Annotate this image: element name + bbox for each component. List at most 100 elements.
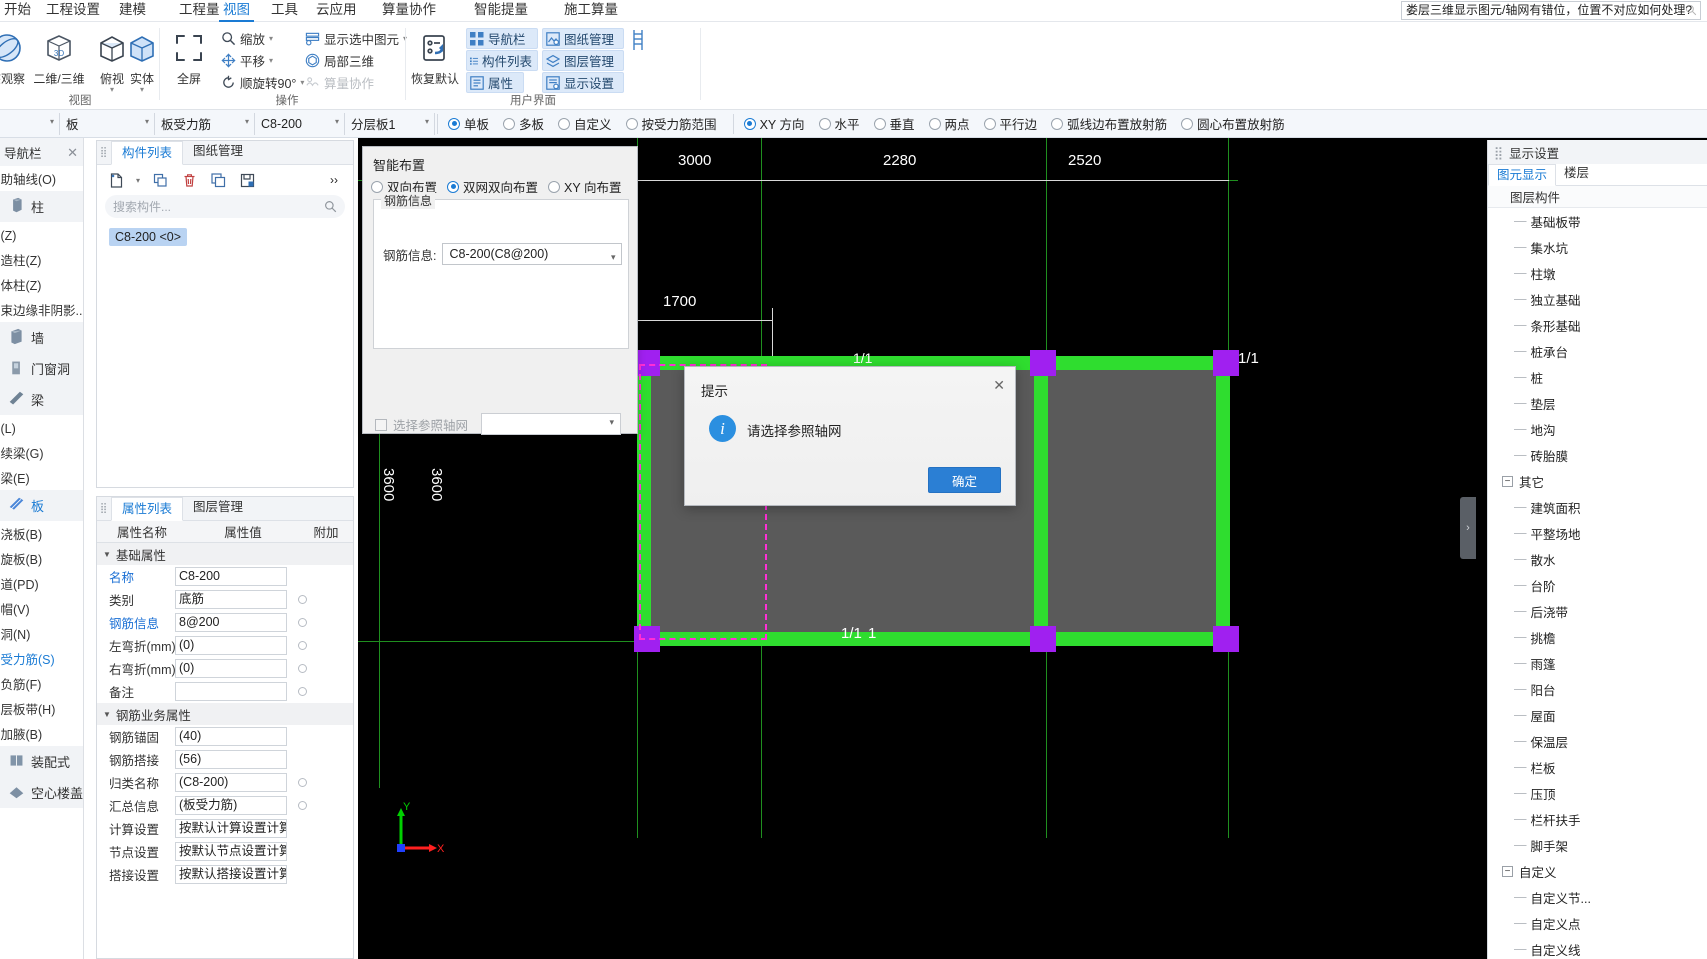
attach-radio-icon[interactable] [298,687,307,696]
layer-group-25[interactable]: − 自定义 [1488,858,1707,884]
layer-row-12[interactable]: — 平整场地 [1488,520,1707,546]
drawing-manage-toggle[interactable]: 图纸管理 [542,28,624,49]
layer-row-11[interactable]: — 建筑面积 [1488,494,1707,520]
pan-button[interactable]: 平移 ▾ [218,50,276,71]
property-value-input[interactable]: 按默认搭接设置计算 [175,865,287,884]
layer-row-14[interactable]: — 台阶 [1488,572,1707,598]
layer-manage-toggle[interactable]: 图层管理 [542,50,624,71]
layer-row-16[interactable]: — 挑檐 [1488,624,1707,650]
duplicate-icon[interactable] [205,168,231,192]
radio-xy-layout[interactable]: XY 向布置 [548,177,621,196]
nav-item-20[interactable]: 楼层板带(H) [0,696,83,721]
layer-row-20[interactable]: — 保温层 [1488,728,1707,754]
display-settings-toggle[interactable]: 显示设置 [542,72,624,93]
property-group-header-1[interactable]: ▼ 钢筋业务属性 [97,703,353,725]
layer-row-4[interactable]: — 条形基础 [1488,312,1707,338]
chevron-down-icon[interactable]: ▼ [103,710,111,719]
property-toggle[interactable]: 属性 [466,72,524,93]
tab-property-list[interactable]: 属性列表 [111,497,183,521]
layer-row-8[interactable]: — 地沟 [1488,416,1707,442]
layer-row-13[interactable]: — 散水 [1488,546,1707,572]
nav-item-17[interactable]: 板洞(N) [0,621,83,646]
property-value-input[interactable]: (56) [175,750,287,769]
grip-icon[interactable]: ⣿ [1494,145,1503,160]
nav-item-13[interactable]: 现浇板(B) [0,521,83,546]
ribbon-tab-smart-quantity[interactable]: 智能提量 [470,0,532,22]
layer-row-24[interactable]: — 脚手架 [1488,832,1707,858]
ribbon-tab-project-settings[interactable]: 工程设置 [42,0,104,22]
zoom-button[interactable]: 缩放 ▾ [218,28,276,49]
component-list-toggle[interactable]: 构件列表 [466,50,538,71]
layer-group-10[interactable]: − 其它 [1488,468,1707,494]
component-list-item[interactable]: C8-200 <0> [109,228,187,246]
collapse-box-icon[interactable]: − [1502,866,1513,877]
attach-radio-icon[interactable] [298,664,307,673]
ribbon-tab-tools[interactable]: 工具 [267,0,302,22]
layer-row-0[interactable]: — 基础板带 [1488,208,1707,234]
property-value-input[interactable]: C8-200 [175,567,287,586]
view2d3d-button[interactable]: 3D 二维/三维 [32,26,86,87]
chevron-down-icon[interactable]: ▾ [269,56,273,65]
ribbon-tab-cloud[interactable]: 云应用 [312,0,361,22]
chevron-down-icon[interactable]: ▾ [132,176,144,185]
radio-by-rebar-range[interactable]: 按受力筋范围 [626,114,717,133]
reference-grid-checkbox-row[interactable]: 选择参照轴网 [375,415,468,434]
close-icon[interactable]: ✕ [993,377,1005,394]
attach-radio-icon[interactable] [298,595,307,604]
property-value-input[interactable]: (40) [175,727,287,746]
nav-item-15[interactable]: 坡道(PD) [0,571,83,596]
nav-item-11[interactable]: 圈梁(E) [0,465,83,490]
attach-radio-icon[interactable] [298,618,307,627]
nav-item-21[interactable]: 板加腋(B) [0,721,83,746]
ribbon-ladder-icon[interactable] [630,30,646,53]
ribbon-tab-construction[interactable]: 施工算量 [560,0,622,22]
search-input[interactable]: 搜索构件... [105,195,345,218]
combo-layer[interactable]: 分层板1 [345,113,435,135]
tab-drawing-manage[interactable]: 图纸管理 [183,140,253,164]
radio-single-slab[interactable]: 单板 [448,114,489,133]
chevron-down-icon[interactable]: ▼ [103,550,111,559]
property-value-input[interactable]: (0) [175,659,287,678]
radio-xy-direction[interactable]: XY 方向 [744,114,805,133]
ribbon-tab-modeling[interactable]: 建模 [115,0,150,22]
global-search-input[interactable]: 娄层三维显示图元/轴网有错位，位置不对应如何处理? [1401,1,1701,20]
nav-item-2[interactable]: 柱(Z) [0,222,83,247]
property-value-input[interactable]: ␰8@200 [175,613,287,632]
tab-element-display[interactable]: 图元显示 [1488,164,1556,186]
property-group-header-0[interactable]: ▼ 基础属性 [97,543,353,565]
radio-parallel-edge[interactable]: 平行边 [984,114,1038,133]
combo-element-type[interactable]: 板受力筋 [155,113,255,135]
tab-floor[interactable]: 楼层 [1556,163,1597,185]
nav-group-1[interactable]: 柱 [0,191,83,222]
search-icon[interactable] [1685,4,1697,16]
ribbon-tab-start[interactable]: 开始 [0,0,35,22]
layer-row-26[interactable]: — 自定义节... [1488,884,1707,910]
radio-vertical[interactable]: 垂直 [874,114,915,133]
nav-group-23[interactable]: 空心楼盖 [0,777,83,808]
rebar-info-select[interactable]: C8-200(C8@200) [442,243,622,265]
nav-item-16[interactable]: 柱帽(V) [0,596,83,621]
grip-icon[interactable]: ⣿ [97,496,111,520]
tab-layer-manage[interactable]: 图层管理 [183,496,253,520]
attach-radio-icon[interactable] [298,641,307,650]
collapse-box-icon[interactable]: − [1502,476,1513,487]
nav-group-8[interactable]: 梁 [0,384,83,415]
layer-row-28[interactable]: — 自定义线 [1488,936,1707,959]
copy-icon[interactable] [147,168,173,192]
radio-multi-slab[interactable]: 多板 [503,114,544,133]
property-value-input[interactable]: (板受力筋) [175,796,287,815]
layer-row-15[interactable]: — 后浇带 [1488,598,1707,624]
fullscreen-button[interactable]: 全屏 [162,26,216,87]
solid-view-button[interactable]: 实体 [115,26,169,93]
nav-item-3[interactable]: 构造柱(Z) [0,247,83,272]
nav-group-6[interactable]: 墙 [0,322,83,353]
layer-row-17[interactable]: — 雨篷 [1488,650,1707,676]
search-icon[interactable] [324,200,337,213]
combo-component[interactable]: C8-200 [255,113,345,135]
layer-row-22[interactable]: — 压顶 [1488,780,1707,806]
grip-icon[interactable]: ⣿ [97,140,111,164]
property-value-input[interactable] [175,682,287,701]
nav-group-22[interactable]: 装配式 [0,746,83,777]
layer-row-6[interactable]: — 桩 [1488,364,1707,390]
layer-row-5[interactable]: — 桩承台 [1488,338,1707,364]
